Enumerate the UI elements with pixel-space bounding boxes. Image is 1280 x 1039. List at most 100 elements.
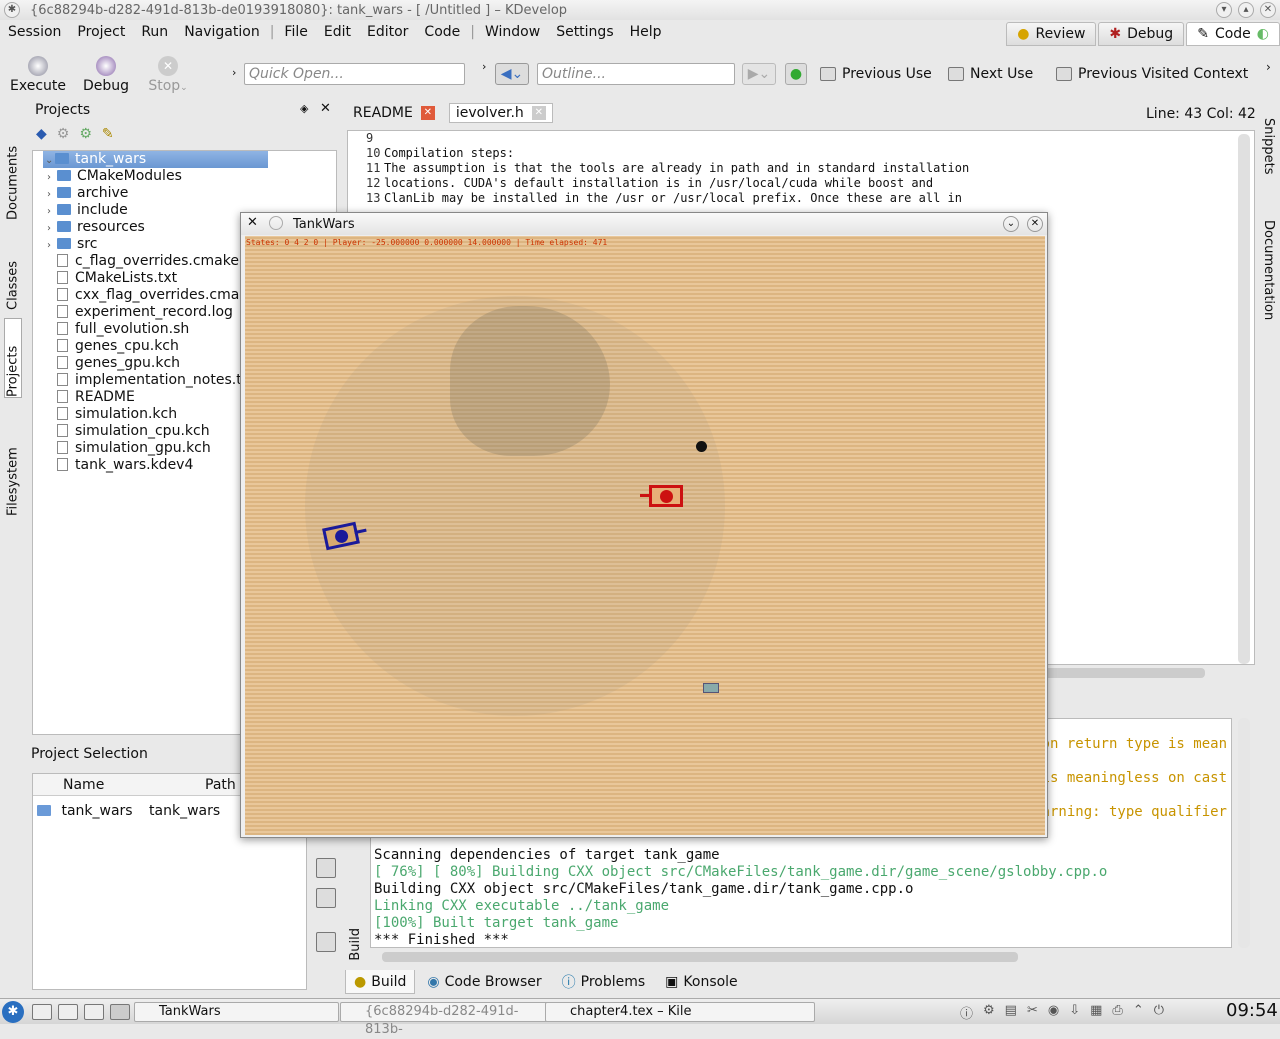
printer-icon[interactable]: ⎙ bbox=[1112, 1003, 1122, 1022]
desktop-2[interactable] bbox=[58, 1004, 78, 1020]
execute-button[interactable]: Execute bbox=[8, 56, 68, 94]
build-hscrollbar[interactable] bbox=[382, 952, 1018, 962]
arrow-down-icon[interactable] bbox=[316, 888, 336, 908]
calendar-icon[interactable]: ▦ bbox=[1090, 1003, 1102, 1022]
menu-run[interactable]: Run bbox=[133, 24, 176, 40]
chevron-right-icon[interactable]: › bbox=[47, 169, 57, 186]
filter-icon[interactable] bbox=[316, 932, 336, 952]
area-debug[interactable]: ✱ Debug bbox=[1098, 22, 1185, 46]
tab-code-browser[interactable]: ◉ Code Browser bbox=[419, 970, 549, 994]
navigate-icon[interactable]: ● bbox=[785, 63, 807, 85]
tab-ievolver[interactable]: ievolver.h ✕ bbox=[448, 103, 553, 123]
tree-item-cmakemodules[interactable]: › CMakeModules bbox=[33, 168, 336, 185]
tankwars-minimize-icon[interactable]: ⌄ bbox=[1003, 216, 1019, 232]
clean-icon[interactable]: ✎ bbox=[102, 126, 114, 142]
line-text: The assumption is that the tools are alr… bbox=[384, 161, 970, 175]
chevron-right-icon[interactable]: › bbox=[47, 220, 57, 237]
maximize-icon[interactable]: ▴ bbox=[1238, 2, 1254, 18]
build-scrollbar[interactable] bbox=[1238, 718, 1250, 948]
menu-navigation[interactable]: Navigation bbox=[176, 24, 268, 40]
file-icon bbox=[57, 356, 68, 369]
menu-settings[interactable]: Settings bbox=[548, 24, 621, 40]
tab-projects[interactable]: Projects bbox=[4, 318, 22, 398]
menu-window[interactable]: Window bbox=[477, 24, 548, 40]
tab-filesystem[interactable]: Filesystem bbox=[4, 416, 22, 516]
tree-item-tank-wars[interactable]: ⌄ tank_wars bbox=[43, 151, 268, 168]
window-menu-icon[interactable]: ✱ bbox=[4, 2, 20, 18]
chevron-right-icon[interactable]: › bbox=[47, 203, 57, 220]
kde-menu-icon[interactable]: ✱ bbox=[2, 1001, 24, 1023]
editor-scrollbar[interactable] bbox=[1238, 134, 1250, 664]
menu-help[interactable]: Help bbox=[622, 24, 670, 40]
col-name-header[interactable]: Name bbox=[33, 774, 133, 795]
debug-button[interactable]: Debug bbox=[78, 56, 134, 94]
menu-edit[interactable]: Edit bbox=[316, 24, 359, 40]
task-kile[interactable]: chapter4.tex – Kile bbox=[545, 1002, 815, 1022]
tab-konsole[interactable]: ▣ Konsole bbox=[657, 970, 746, 994]
menu-session[interactable]: Session bbox=[0, 24, 69, 40]
previous-use-button[interactable]: Previous Use bbox=[820, 66, 932, 82]
download-icon[interactable]: ⇩ bbox=[1069, 1003, 1080, 1022]
close-tab-icon[interactable]: ✕ bbox=[531, 106, 546, 120]
tankwars-menu-icon[interactable]: ✕ bbox=[247, 215, 258, 230]
tankwars-close-icon[interactable]: ✕ bbox=[1027, 216, 1043, 232]
stop-button[interactable]: ✕ Stop⌄ bbox=[144, 56, 192, 94]
quick-open-input[interactable]: Quick Open... bbox=[244, 63, 465, 85]
close-tab-icon[interactable]: ✕ bbox=[420, 106, 435, 120]
minimize-icon[interactable]: ▾ bbox=[1216, 2, 1232, 18]
desktop-1[interactable] bbox=[32, 1004, 52, 1020]
task-tankwars[interactable]: TankWars bbox=[134, 1002, 339, 1022]
area-code[interactable]: ✎ Code ◐ bbox=[1186, 22, 1280, 46]
close-icon[interactable]: ✕ bbox=[1260, 2, 1276, 18]
previous-context-button[interactable]: Previous Visited Context bbox=[1056, 66, 1248, 82]
chevron-right-icon[interactable]: › bbox=[47, 186, 57, 203]
expand-tray-icon[interactable]: ⌃ bbox=[1133, 1003, 1144, 1022]
task-kdevelop[interactable]: {6c88294b-d282-491d-813b- bbox=[340, 1002, 550, 1037]
tab-classes[interactable]: Classes bbox=[4, 230, 22, 310]
info-icon[interactable]: ⓘ bbox=[960, 1003, 973, 1022]
tree-item-label: c_flag_overrides.cmake bbox=[75, 253, 239, 269]
network-icon[interactable]: ⚙ bbox=[983, 1003, 995, 1022]
power-icon[interactable]: ⏻ bbox=[1154, 1003, 1164, 1022]
tab-build[interactable]: ● Build bbox=[345, 970, 416, 994]
tab-problems[interactable]: ⓘ Problems bbox=[554, 970, 654, 994]
main-toolbar: Execute Debug ✕ Stop⌄ › Quick Open... › … bbox=[0, 50, 1280, 100]
game-canvas[interactable]: States: 0 4 2 0 | Player: -25.000000 0.0… bbox=[245, 236, 1045, 835]
locate-icon[interactable]: ◆ bbox=[36, 126, 47, 142]
install-icon[interactable]: ⚙ bbox=[79, 126, 92, 142]
chevron-right-icon[interactable]: › bbox=[47, 237, 57, 254]
arrow-up-icon[interactable] bbox=[316, 858, 336, 878]
tab-snippets[interactable]: Snippets bbox=[1258, 118, 1276, 198]
menu-project[interactable]: Project bbox=[69, 24, 133, 40]
tree-item-archive[interactable]: › archive bbox=[33, 185, 336, 202]
desktop-3[interactable] bbox=[84, 1004, 104, 1020]
menu-editor[interactable]: Editor bbox=[359, 24, 416, 40]
scissors-icon[interactable]: ✂ bbox=[1027, 1003, 1038, 1022]
tankwars-pin-icon[interactable] bbox=[269, 216, 283, 230]
next-use-button[interactable]: Next Use bbox=[948, 66, 1033, 82]
panel-close-icon[interactable]: ✕ bbox=[320, 101, 331, 116]
clock: 09:54 bbox=[1226, 1000, 1278, 1021]
toolbar-overflow-icon[interactable]: › bbox=[1266, 60, 1271, 74]
menu-file[interactable]: File bbox=[276, 24, 315, 40]
project-icon bbox=[37, 805, 51, 816]
panel-float-icon[interactable]: ◈ bbox=[300, 102, 308, 115]
chevron-down-icon[interactable]: ⌄ bbox=[45, 152, 55, 169]
back-button[interactable]: ◀⌄ bbox=[495, 63, 529, 85]
menu-code[interactable]: Code bbox=[416, 24, 468, 40]
browser-icon[interactable]: ◉ bbox=[1048, 1003, 1059, 1022]
tab-readme[interactable]: README ✕ bbox=[347, 103, 441, 123]
area-review[interactable]: ● Review bbox=[1006, 22, 1097, 46]
tab-documents[interactable]: Documents bbox=[4, 110, 22, 220]
forward-button[interactable]: ▶⌄ bbox=[742, 63, 776, 85]
notes-icon[interactable]: ▤ bbox=[1005, 1003, 1017, 1022]
area-toggle-icon: ◐ bbox=[1256, 26, 1269, 42]
previous-context-icon bbox=[1056, 67, 1072, 81]
editor-hscrollbar[interactable] bbox=[1040, 668, 1205, 678]
build-icon[interactable]: ⚙ bbox=[57, 126, 70, 142]
desktop-4[interactable] bbox=[110, 1004, 130, 1020]
tab-documentation[interactable]: Documentation bbox=[1258, 220, 1276, 340]
outline-input[interactable]: Outline... bbox=[537, 63, 735, 85]
file-icon bbox=[57, 407, 68, 420]
col-path-header[interactable]: Path bbox=[133, 774, 236, 795]
